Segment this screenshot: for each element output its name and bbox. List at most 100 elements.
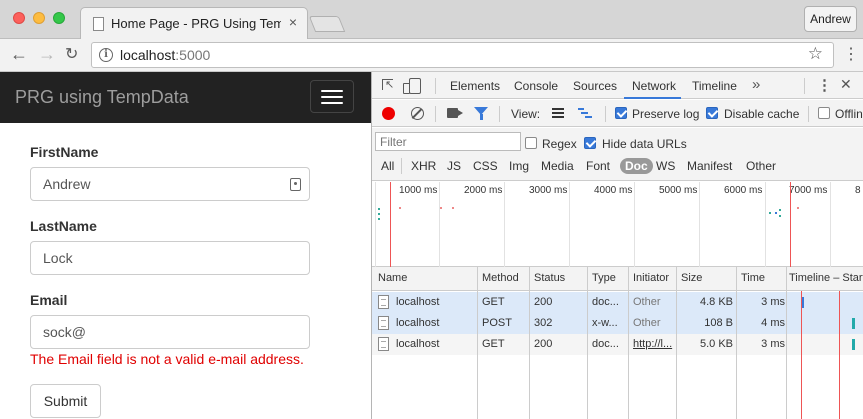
column-header-initiator[interactable]: Initiator: [633, 272, 669, 284]
hide-data-urls-checkbox[interactable]: [584, 137, 596, 149]
table-row[interactable]: localhost GET 200 doc... http://l... 5.0…: [372, 334, 863, 355]
devtools-panel: Elements Console Sources Network Timelin…: [371, 72, 863, 419]
offline-checkbox[interactable]: [818, 107, 830, 119]
column-header-time[interactable]: Time: [741, 272, 765, 284]
type-filter-other[interactable]: Other: [746, 159, 776, 173]
overview-tick: 5000 ms: [659, 185, 698, 196]
tab-network[interactable]: Network: [632, 79, 676, 93]
table-row[interactable]: localhost POST 302 x-w... Other 108 B 4 …: [372, 313, 863, 334]
request-size: 5.0 KB: [699, 338, 733, 350]
inspect-element-icon[interactable]: [382, 78, 394, 91]
record-icon[interactable]: [382, 107, 395, 120]
column-divider[interactable]: [477, 267, 478, 419]
type-filter-img[interactable]: Img: [509, 159, 529, 173]
load-event-line: [839, 291, 840, 419]
column-header-status[interactable]: Status: [534, 272, 565, 284]
type-filter-font[interactable]: Font: [586, 159, 610, 173]
request-time: 3 ms: [761, 296, 785, 308]
filter-funnel-icon[interactable]: [474, 107, 488, 120]
tab-title: Home Page - PRG Using TempData: [111, 16, 281, 31]
column-divider[interactable]: [676, 267, 677, 419]
type-filter-js[interactable]: JS: [447, 159, 461, 173]
request-name: localhost: [396, 296, 440, 308]
email-validation-error: The Email field is not a valid e-mail ad…: [30, 351, 304, 367]
tab-sources[interactable]: Sources: [573, 79, 617, 93]
type-filter-xhr[interactable]: XHR: [411, 159, 436, 173]
column-header-timeline[interactable]: Timeline – Start: [789, 272, 863, 284]
column-divider[interactable]: [786, 267, 787, 419]
disable-cache-checkbox[interactable]: [706, 107, 718, 119]
divider: [401, 158, 402, 174]
column-divider[interactable]: [529, 267, 530, 419]
url-text: localhost:5000: [120, 47, 211, 63]
network-overview[interactable]: 1000 ms 2000 ms 3000 ms 4000 ms 5000 ms …: [372, 182, 863, 267]
type-filter-media[interactable]: Media: [541, 159, 574, 173]
profile-button[interactable]: Andrew: [804, 6, 857, 32]
device-toolbar-icon[interactable]: [403, 78, 421, 94]
large-rows-icon[interactable]: [552, 108, 564, 118]
nav-toggle-button[interactable]: [310, 80, 354, 113]
column-header-type[interactable]: Type: [592, 272, 616, 284]
request-type: x-w...: [592, 317, 618, 329]
type-filter-doc[interactable]: Doc: [620, 158, 653, 174]
tab-timeline[interactable]: Timeline: [692, 79, 737, 93]
request-initiator-link[interactable]: http://l...: [633, 338, 677, 350]
reload-icon[interactable]: ↻: [65, 45, 78, 65]
document-icon: [378, 295, 389, 309]
site-info-icon[interactable]: i: [99, 48, 113, 62]
request-initiator: Other: [633, 317, 661, 329]
close-devtools-icon[interactable]: ✕: [840, 76, 852, 93]
overview-waterfall-icon[interactable]: [578, 108, 592, 118]
submit-button[interactable]: Submit: [30, 384, 101, 418]
browser-tab[interactable]: Home Page - PRG Using TempData ×: [80, 7, 308, 40]
close-window-button[interactable]: [13, 12, 25, 24]
bookmark-star-icon[interactable]: ☆: [808, 44, 823, 64]
maximize-window-button[interactable]: [53, 12, 65, 24]
autofill-contact-icon[interactable]: [290, 178, 301, 191]
request-size: 4.8 KB: [699, 296, 733, 308]
table-row[interactable]: localhost GET 200 doc... Other 4.8 KB 3 …: [372, 292, 863, 313]
column-divider[interactable]: [628, 267, 629, 419]
type-filter-all[interactable]: All: [381, 159, 394, 173]
back-arrow-icon[interactable]: ←: [10, 44, 28, 64]
overview-tick: 6000 ms: [724, 185, 763, 196]
lastname-label: LastName: [30, 218, 97, 234]
browser-menu-icon[interactable]: ⋮: [843, 46, 859, 64]
tab-elements[interactable]: Elements: [450, 79, 500, 93]
tab-console[interactable]: Console: [514, 79, 558, 93]
column-header-name[interactable]: Name: [378, 272, 407, 284]
overview-gridline: [830, 182, 831, 267]
overview-tick: 7000 ms: [789, 185, 828, 196]
forward-arrow-icon[interactable]: →: [38, 44, 56, 64]
overview-gridline: [765, 182, 766, 267]
preserve-log-checkbox[interactable]: [615, 107, 627, 119]
capture-screenshots-icon[interactable]: [447, 108, 463, 118]
overview-request-mark: [399, 207, 401, 209]
clear-icon[interactable]: [411, 107, 424, 120]
more-tabs-icon[interactable]: »: [752, 76, 760, 93]
divider: [804, 78, 805, 94]
overview-tick: 1000 ms: [399, 185, 438, 196]
lastname-input[interactable]: Lock: [30, 241, 310, 275]
email-input[interactable]: sock@: [30, 315, 310, 349]
address-bar[interactable]: i localhost:5000 ☆: [91, 42, 834, 68]
firstname-input[interactable]: Andrew: [30, 167, 310, 201]
hamburger-icon-bar: [321, 102, 343, 104]
type-filter-css[interactable]: CSS: [473, 159, 498, 173]
devtools-tabbar: Elements Console Sources Network Timelin…: [372, 72, 863, 99]
column-divider[interactable]: [587, 267, 588, 419]
type-filter-manifest[interactable]: Manifest: [687, 159, 732, 173]
app-brand[interactable]: PRG using TempData: [15, 87, 189, 108]
regex-checkbox[interactable]: [525, 137, 537, 149]
devtools-menu-icon[interactable]: ⋮: [817, 76, 832, 94]
column-divider[interactable]: [736, 267, 737, 419]
type-filter-ws[interactable]: WS: [656, 159, 675, 173]
close-tab-icon[interactable]: ×: [289, 14, 297, 30]
request-initiator: Other: [633, 296, 661, 308]
filter-input[interactable]: [375, 132, 521, 151]
minimize-window-button[interactable]: [33, 12, 45, 24]
overview-request-mark: [440, 207, 442, 209]
column-header-size[interactable]: Size: [681, 272, 702, 284]
new-tab-button[interactable]: [308, 16, 346, 32]
column-header-method[interactable]: Method: [482, 272, 519, 284]
